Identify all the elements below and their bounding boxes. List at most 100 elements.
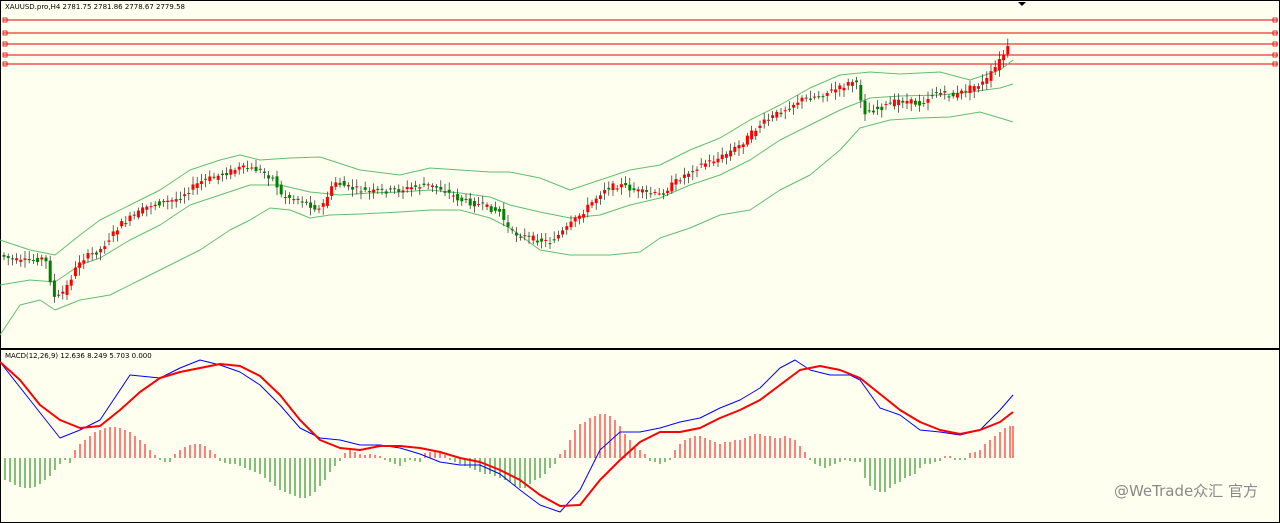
candle-bull <box>997 59 1001 71</box>
candle-bull <box>523 235 527 237</box>
candle-bull <box>741 144 745 148</box>
candle-bull <box>241 165 245 168</box>
candle-bear <box>540 238 544 242</box>
candle-bull <box>943 91 947 93</box>
candle-bear <box>855 80 859 83</box>
candle-bull <box>695 169 699 171</box>
candle-bull <box>65 284 69 295</box>
candle-bull <box>430 185 434 187</box>
candle-bull <box>103 246 107 249</box>
candle-bull <box>897 99 901 106</box>
candle-bear <box>901 100 905 103</box>
candle-bull <box>750 130 754 140</box>
candle-bull <box>405 187 409 190</box>
candle-bull <box>955 93 959 98</box>
candle-bull <box>972 86 976 91</box>
candle-bear <box>481 202 485 204</box>
candle-bull <box>729 150 733 157</box>
candle-bull <box>976 86 980 89</box>
candle-bull <box>401 190 405 193</box>
candle-bull <box>745 135 749 145</box>
candle-bull <box>834 89 838 93</box>
candle-bull <box>556 234 560 239</box>
candle-bear <box>472 200 476 207</box>
candle-bear <box>460 197 464 202</box>
candle-bull <box>141 207 145 214</box>
candle-bull <box>409 187 413 190</box>
candle-bear <box>779 112 783 115</box>
candle-bull <box>586 204 590 213</box>
candle-bull <box>355 186 359 188</box>
candle-bull <box>107 240 111 242</box>
candle-bull <box>321 203 325 207</box>
candle-bear <box>94 252 98 255</box>
candle-bear <box>384 191 388 194</box>
candle-bear <box>867 110 871 112</box>
candle-bull <box>208 176 212 181</box>
candle-bull <box>771 115 775 118</box>
candle-bear <box>393 188 397 190</box>
candle-bear <box>376 188 380 190</box>
candle-bear <box>48 260 52 283</box>
candle-bull <box>40 257 44 260</box>
candle-bull <box>674 179 678 185</box>
candle-bull <box>78 262 82 268</box>
candle-bull <box>367 191 371 193</box>
candle-bull <box>57 294 61 296</box>
candle-bear <box>351 186 355 190</box>
candle-bull <box>989 71 993 81</box>
candle-bull <box>708 160 712 162</box>
candle-bear <box>279 184 283 195</box>
candle-bull <box>678 180 682 182</box>
candle-bull <box>128 215 132 222</box>
candle-bull <box>124 223 128 225</box>
candle-bull <box>451 195 455 197</box>
candle-bear <box>414 185 418 187</box>
candle-bull <box>682 174 686 178</box>
candle-bear <box>787 108 791 110</box>
candle-bear <box>388 188 392 190</box>
candle-bull <box>699 163 703 165</box>
candle-bear <box>880 106 884 111</box>
candle-bull <box>775 111 779 118</box>
candle-bull <box>590 202 594 206</box>
candle-bear <box>363 187 367 190</box>
candle-bull <box>325 196 329 206</box>
candle-bull <box>1002 54 1006 61</box>
candle-bull <box>670 182 674 192</box>
candle-bear <box>31 260 35 262</box>
candle-bull <box>783 110 787 112</box>
candle-bear <box>439 186 443 190</box>
candle-bear <box>951 92 955 97</box>
macd-signal-line <box>0 361 1014 507</box>
candle-bear <box>246 168 250 170</box>
candle-bull <box>619 184 623 188</box>
candle-bull <box>15 258 19 261</box>
candle-bear <box>552 239 556 241</box>
candle-bull <box>565 226 569 230</box>
candle-bull <box>237 166 241 170</box>
candle-bear <box>220 173 224 176</box>
candle-bull <box>69 279 73 286</box>
candle-bear <box>649 193 653 195</box>
candle-bull <box>317 208 321 210</box>
candle-bull <box>703 163 707 167</box>
candle-bear <box>535 240 539 243</box>
candle-bear <box>10 258 14 260</box>
candle-bear <box>817 96 821 98</box>
candle-bull <box>594 198 598 204</box>
candle-bull <box>733 146 737 152</box>
candle-bull <box>657 193 661 195</box>
candle-bull <box>23 258 27 260</box>
candle-bull <box>762 119 766 124</box>
candle-bull <box>115 230 119 235</box>
candle-bear <box>548 243 552 245</box>
candle-bull <box>61 291 65 294</box>
candle-bear <box>27 258 31 261</box>
candle-bull <box>145 206 149 210</box>
candle-bear <box>498 208 502 212</box>
candle-bear <box>930 95 934 97</box>
candle-bear <box>876 106 880 110</box>
candle-bear <box>296 198 300 200</box>
candle-bull <box>187 193 191 195</box>
